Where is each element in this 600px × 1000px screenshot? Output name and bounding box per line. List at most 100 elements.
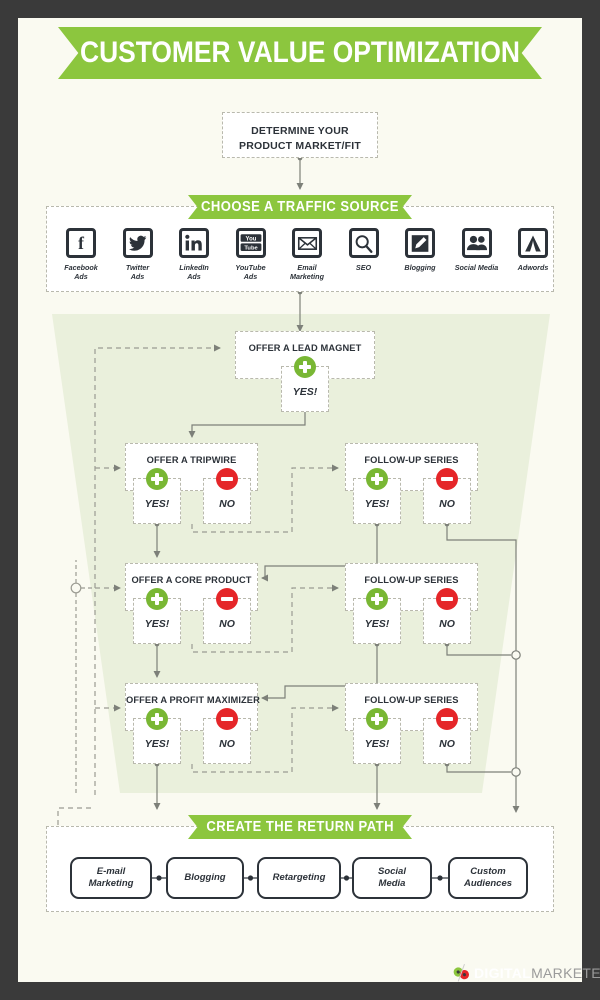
svg-text:Tube: Tube: [244, 246, 257, 252]
plus-circle-icon: [366, 468, 388, 490]
traffic-source-adwords[interactable]: Adwords: [504, 228, 562, 272]
plus-circle-icon: [366, 708, 388, 730]
traffic-source-label-line-1: Social Media: [454, 263, 499, 272]
traffic-source-label-line-2: Marketing: [290, 272, 324, 281]
plus-circle-icon: [146, 588, 168, 610]
twitter-icon: [122, 228, 153, 258]
offer-a-tripwire-no-branch[interactable]: NO: [203, 468, 251, 524]
traffic-source-label: LinkedIn Ads: [165, 263, 223, 281]
traffic-source-label-line-1: Blogging: [404, 263, 436, 272]
traffic-source-blogging[interactable]: Blogging: [391, 228, 449, 272]
magnifier-icon: [348, 228, 379, 258]
traffic-source-label-line-1: Twitter: [125, 263, 150, 272]
offer-a-core-product-no-branch[interactable]: NO: [203, 588, 251, 644]
return-path-item-social-media[interactable]: Social Media: [352, 857, 432, 899]
follow-up-series-2-no-branch[interactable]: NO: [423, 588, 471, 644]
plus-circle-icon: [146, 708, 168, 730]
youtube-icon: You Tube: [235, 228, 266, 258]
plus-circle-icon: [294, 356, 316, 378]
traffic-source-email-marketing[interactable]: Email Marketing: [278, 228, 336, 281]
return-path-item-retargeting[interactable]: Retargeting: [257, 857, 341, 899]
minus-circle-icon: [436, 708, 458, 730]
follow-up-series-1-node: FOLLOW-UP SERIES YES! NO: [345, 443, 478, 525]
traffic-banner-text: CHOOSE A TRAFFIC SOURCE: [201, 199, 399, 215]
plus-circle-icon: [366, 588, 388, 610]
return-path-item-line-1: Retargeting: [272, 872, 326, 883]
envelope-icon: [292, 228, 322, 258]
traffic-source-label-line-1: YouTube: [235, 263, 266, 272]
offer-a-lead-magnet-yes-label: YES!: [292, 386, 318, 398]
follow-up-series-1-no-branch[interactable]: NO: [423, 468, 471, 524]
return-banner-text: CREATE THE RETURN PATH: [206, 819, 394, 835]
svg-text:f: f: [78, 233, 84, 253]
traffic-source-label: Twitter Ads: [109, 263, 167, 281]
offer-a-core-product-yes-branch[interactable]: YES!: [133, 588, 181, 644]
traffic-source-label-line-1: Adwords: [517, 263, 549, 272]
return-path-item-line-2: Media: [378, 878, 406, 889]
traffic-source-linkedin-ads[interactable]: LinkedIn Ads: [165, 228, 223, 281]
offer-a-tripwire-yes-branch[interactable]: YES!: [133, 468, 181, 524]
traffic-source-label-line-1: Email: [297, 263, 317, 272]
offer-a-tripwire-no-label: NO: [219, 498, 235, 510]
follow-up-series-3-title: FOLLOW-UP SERIES: [364, 695, 459, 705]
offer-a-profit-maximizer-no-label: NO: [219, 738, 235, 750]
traffic-source-label-line-1: LinkedIn: [179, 263, 209, 272]
logo-text-bold: DIGITAL: [474, 965, 532, 981]
follow-up-series-3-no-branch[interactable]: NO: [423, 708, 471, 764]
offer-a-core-product-yes-label: YES!: [144, 618, 170, 630]
minus-circle-icon: [216, 468, 238, 490]
traffic-source-label: YouTube Ads: [222, 263, 280, 281]
follow-up-series-3-node: FOLLOW-UP SERIES YES! NO: [345, 683, 478, 765]
offer-a-profit-maximizer-yes-label: YES!: [144, 738, 170, 750]
traffic-source-label-line-2: Ads: [130, 272, 145, 281]
return-path-item-label: Retargeting: [273, 872, 326, 884]
follow-up-series-2-yes-branch[interactable]: YES!: [353, 588, 401, 644]
return-path-banner: CREATE THE RETURN PATH: [188, 815, 412, 839]
offer-a-lead-magnet-node: OFFER A LEAD MAGNET YES!: [235, 331, 375, 413]
traffic-source-label-line-2: Ads: [243, 272, 258, 281]
traffic-source-label-line-1: SEO: [355, 263, 372, 272]
traffic-source-label-line-1: Facebook: [64, 263, 98, 272]
offer-a-tripwire-node: OFFER A TRIPWIRE YES! NO: [125, 443, 258, 525]
minus-circle-icon: [216, 708, 238, 730]
determine-box-label: DETERMINE YOUR PRODUCT MARKET/FIT: [223, 124, 377, 154]
determine-line-2: PRODUCT MARKET/FIT: [238, 140, 361, 152]
follow-up-series-3-yes-branch[interactable]: YES!: [353, 708, 401, 764]
logo-text-light: MARKETER: [531, 965, 600, 981]
follow-up-series-1-no-label: NO: [439, 498, 455, 510]
linkedin-icon: [179, 228, 209, 258]
offer-a-lead-magnet-title: OFFER A LEAD MAGNET: [248, 343, 362, 353]
return-path-item-label: Blogging: [184, 872, 225, 884]
offer-a-core-product-title: OFFER A CORE PRODUCT: [131, 575, 252, 585]
traffic-source-youtube-ads[interactable]: You Tube YouTube Ads: [222, 228, 280, 281]
traffic-source-seo[interactable]: SEO: [335, 228, 393, 272]
minus-circle-icon: [436, 588, 458, 610]
pencil-square-icon: [405, 228, 435, 258]
follow-up-series-2-node: FOLLOW-UP SERIES YES! NO: [345, 563, 478, 645]
offer-a-profit-maximizer-yes-branch[interactable]: YES!: [133, 708, 181, 764]
offer-a-profit-maximizer-no-branch[interactable]: NO: [203, 708, 251, 764]
offer-a-tripwire-title: OFFER A TRIPWIRE: [146, 455, 237, 465]
return-path-item-label: Custom Audiences: [464, 866, 512, 890]
infographic-canvas: CUSTOMER VALUE OPTIMIZATION DETERMINE YO…: [18, 18, 582, 982]
return-path-item-e-mail-marketing[interactable]: E-mail Marketing: [70, 857, 152, 899]
traffic-source-facebook-ads[interactable]: f Facebook Ads: [52, 228, 110, 281]
traffic-source-social-media[interactable]: Social Media: [448, 228, 506, 272]
title-banner: CUSTOMER VALUE OPTIMIZATION: [58, 27, 542, 79]
return-path-item-line-1: E-mail: [96, 866, 126, 877]
return-path-item-blogging[interactable]: Blogging: [166, 857, 244, 899]
follow-up-series-1-yes-branch[interactable]: YES!: [353, 468, 401, 524]
follow-up-series-2-title: FOLLOW-UP SERIES: [364, 575, 459, 585]
return-path-item-label: Social Media: [378, 866, 406, 890]
offer-a-lead-magnet-yes-branch[interactable]: YES!: [281, 356, 329, 412]
traffic-source-label: Social Media: [448, 263, 506, 272]
determine-line-1: DETERMINE YOUR: [251, 125, 349, 137]
return-path-item-custom-audiences[interactable]: Custom Audiences: [448, 857, 528, 899]
determine-product-market-fit-box[interactable]: DETERMINE YOUR PRODUCT MARKET/FIT: [222, 112, 378, 158]
follow-up-series-1-title: FOLLOW-UP SERIES: [364, 455, 459, 465]
offer-a-profit-maximizer-title: OFFER A PROFIT MAXIMIZER: [126, 695, 260, 705]
traffic-source-twitter-ads[interactable]: Twitter Ads: [109, 228, 167, 281]
offer-a-tripwire-yes-label: YES!: [144, 498, 170, 510]
people-icon: [461, 228, 492, 258]
return-path-item-line-2: Marketing: [88, 878, 134, 889]
